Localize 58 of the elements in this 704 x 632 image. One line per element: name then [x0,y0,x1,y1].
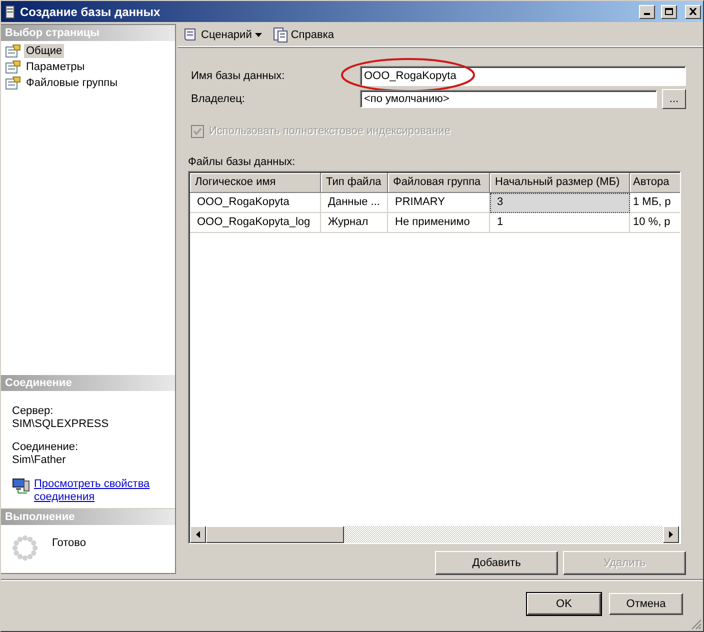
page-icon [5,44,21,58]
table-cell[interactable]: OOO_RogaKopyta [190,193,321,213]
minimize-button[interactable] [639,4,655,18]
scrollbar-thumb[interactable] [206,526,344,543]
connection-label: Соединение: [12,441,80,454]
section-header: Выбор страницы [1,25,175,41]
table-cell[interactable]: Журнал [321,213,388,233]
page-list-item[interactable]: Общие [24,44,64,58]
script-button[interactable]: Сценарий [180,25,264,45]
server-label: Сервер: [12,405,54,418]
maximize-button[interactable] [661,4,677,18]
caret-icon [254,33,262,37]
column-header[interactable]: Начальный размер (МБ) [490,173,630,193]
column-header[interactable]: Логическое имя [190,173,321,193]
connection-properties-link[interactable]: Просмотреть свойства соединения [34,478,162,504]
table-cell[interactable]: 3 [490,193,630,213]
table-cell[interactable]: Данные ... [321,193,388,213]
page-icon [5,76,21,90]
window-title: Создание базы данных [20,4,162,18]
server-name: SIM\SQLEXPRESS [12,418,110,430]
connection-name: Sim\Father [12,454,67,466]
document-icon [272,27,288,43]
table-cell[interactable]: 1 МБ, р [630,193,680,213]
help-button[interactable]: Справка [270,25,336,45]
window-icon [5,4,15,18]
maximize-icon [665,8,673,15]
add-button[interactable]: Добавить [435,551,558,575]
page-list-item[interactable]: Параметры [24,60,87,74]
status-text: Готово [52,537,86,549]
button[interactable]: Отмена [609,593,683,615]
close-button[interactable] [685,4,701,18]
browse-button[interactable]: ... [662,89,686,109]
database-name-field[interactable]: OOO_RogaKopyta [360,66,686,86]
table-cell[interactable]: Не применимо [388,213,490,233]
scroll-left-button[interactable] [190,526,206,543]
files-label: Файлы базы данных: [188,156,296,168]
left-arrow-icon [196,531,200,538]
table-cell[interactable]: 10 %, р [630,213,680,233]
computer-icon [12,478,30,494]
column-header[interactable]: Файловая группа [388,173,490,193]
scroll-right-button[interactable] [663,526,679,543]
owner-label: Владелец: [191,93,246,105]
scroll-icon [182,27,198,43]
column-header[interactable]: Автора [630,173,680,193]
section-header: Соединение [1,375,175,391]
page-icon [5,60,21,74]
button[interactable]: OK [527,593,601,615]
column-header[interactable]: Тип файла [321,173,388,193]
owner-field[interactable]: <по умолчанию> [360,90,657,108]
table-cell[interactable]: OOO_RogaKopyta_log [190,213,321,233]
spinner-icon [12,535,38,561]
resize-grip [691,619,702,630]
right-arrow-icon [669,531,673,538]
page-list-item[interactable]: Файловые группы [24,76,120,90]
section-header: Выполнение [1,509,175,525]
database-name-label: Имя базы данных: [191,70,286,82]
close-icon [689,8,697,15]
table-cell[interactable]: 1 [490,213,630,233]
